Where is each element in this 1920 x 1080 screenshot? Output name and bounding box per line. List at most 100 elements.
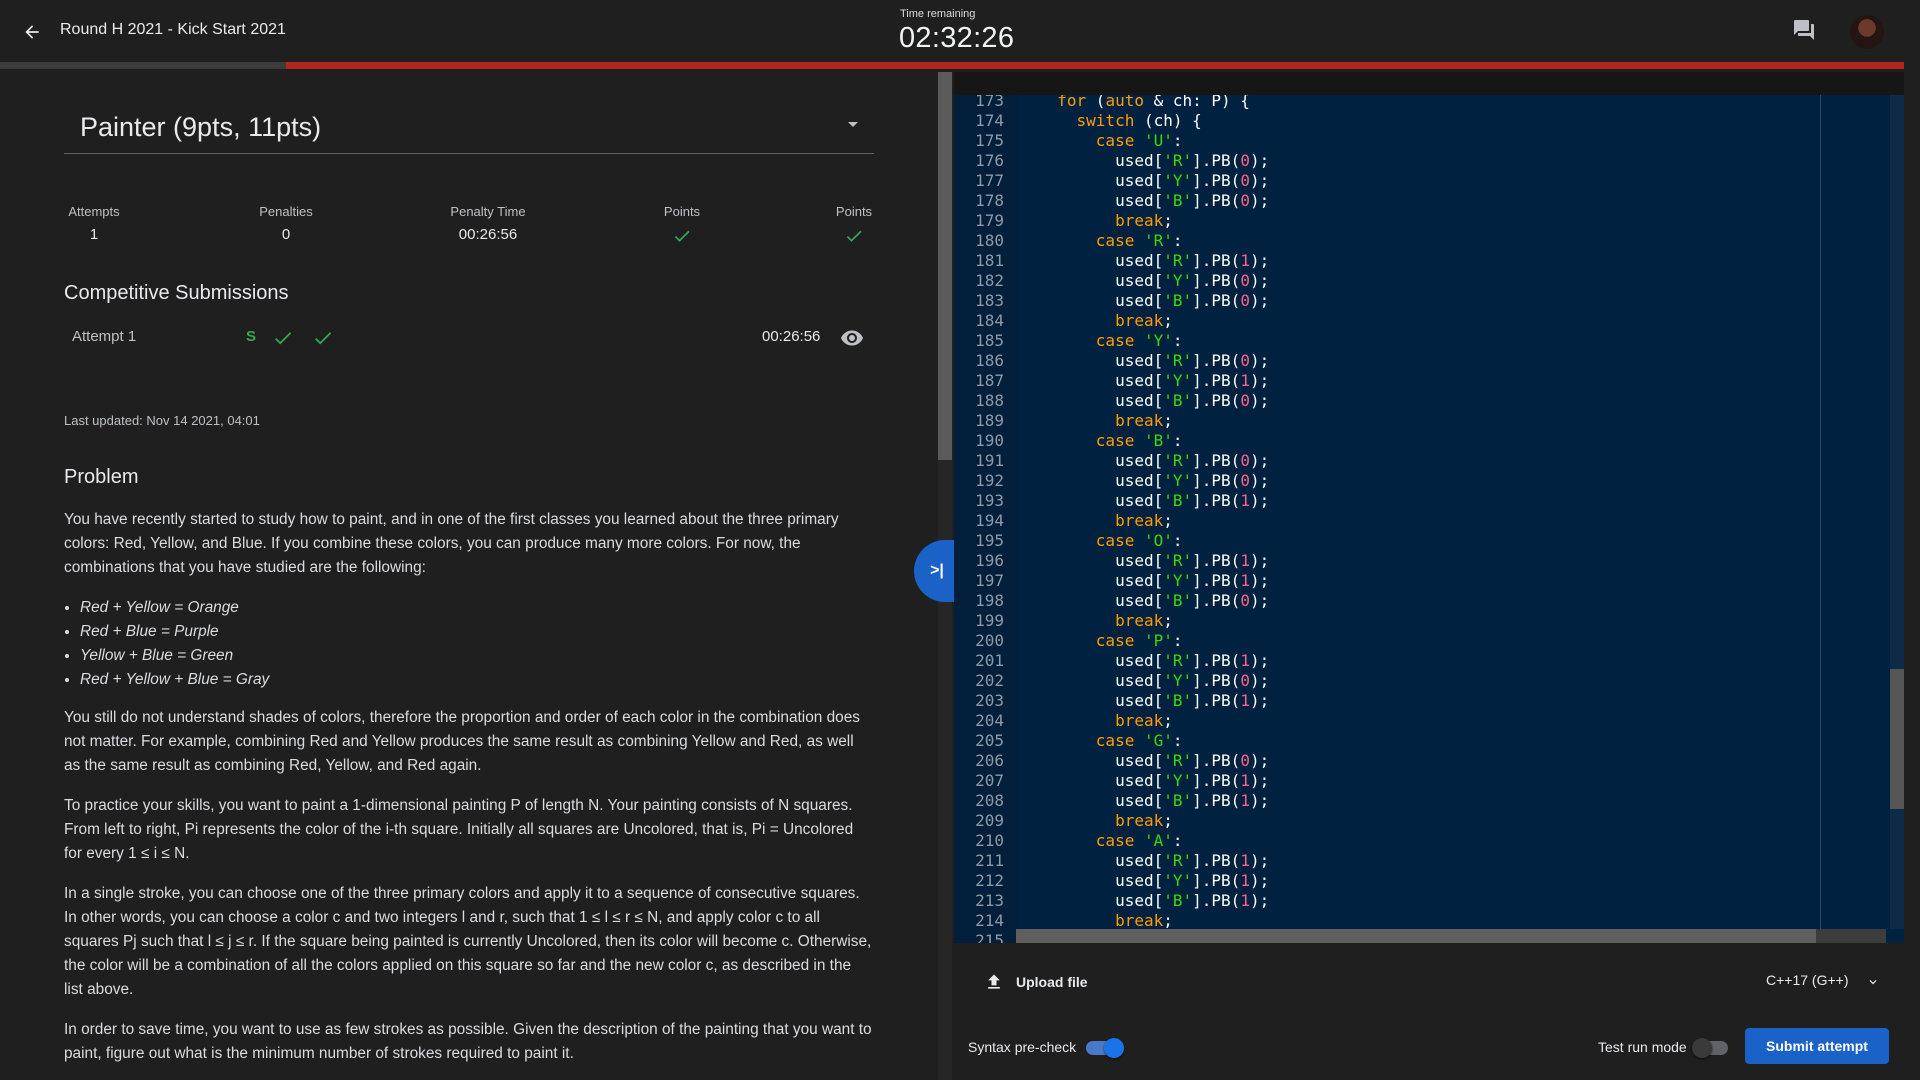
code-line[interactable]: 189 break;	[954, 411, 1904, 431]
stat-points-2: Points	[826, 204, 882, 250]
code-line[interactable]: 179 break;	[954, 211, 1904, 231]
stat-value	[654, 226, 710, 250]
code-line[interactable]: 178 used['B'].PB(0);	[954, 191, 1904, 211]
line-number: 194	[975, 511, 1004, 530]
line-number: 196	[975, 551, 1004, 570]
line-number: 173	[975, 95, 1004, 110]
line-number: 192	[975, 471, 1004, 490]
back-button[interactable]	[18, 18, 46, 46]
code-editor[interactable]: 173 for (auto & ch: P) {174 switch (ch) …	[954, 95, 1904, 943]
code-text: used['R'].PB(0);	[1038, 351, 1270, 370]
problem-select[interactable]: Painter (9pts, 11pts)	[64, 110, 874, 154]
left-scrollbar-thumb[interactable]	[938, 72, 952, 460]
editor-vertical-scrollbar-thumb[interactable]	[1890, 669, 1904, 809]
line-number: 183	[975, 291, 1004, 310]
code-line[interactable]: 185 case 'Y':	[954, 331, 1904, 351]
line-number: 205	[975, 731, 1004, 750]
line-number: 190	[975, 431, 1004, 450]
problem-select-label: Painter (9pts, 11pts)	[80, 112, 322, 142]
attempt-label: Attempt 1	[72, 328, 137, 345]
code-line[interactable]: 195 case 'O':	[954, 531, 1904, 551]
submit-attempt-button[interactable]: Submit attempt	[1745, 1028, 1889, 1064]
code-line[interactable]: 211 used['R'].PB(1);	[954, 851, 1904, 871]
submission-row[interactable]: Attempt 1 S 00:26:56	[64, 312, 874, 364]
code-text: case 'O':	[1095, 531, 1183, 550]
code-line[interactable]: 212 used['Y'].PB(1);	[954, 871, 1904, 891]
code-line[interactable]: 191 used['R'].PB(0);	[954, 451, 1904, 471]
editor-horizontal-scrollbar-thumb[interactable]	[1016, 929, 1816, 943]
code-line[interactable]: 210 case 'A':	[954, 831, 1904, 851]
chat-button[interactable]	[1792, 18, 1818, 44]
language-select[interactable]: C++17 (G++)	[1766, 972, 1849, 988]
code-line[interactable]: 182 used['Y'].PB(0);	[954, 271, 1904, 291]
code-line[interactable]: 214 break;	[954, 911, 1904, 931]
code-text: used['B'].PB(1);	[1038, 791, 1270, 810]
line-number: 178	[975, 191, 1004, 210]
code-line[interactable]: 186 used['R'].PB(0);	[954, 351, 1904, 371]
code-line[interactable]: 193 used['B'].PB(1);	[954, 491, 1904, 511]
code-line[interactable]: 207 used['Y'].PB(1);	[954, 771, 1904, 791]
line-number: 200	[975, 631, 1004, 650]
code-text: for (auto & ch: P) {	[1057, 95, 1250, 110]
code-line[interactable]: 208 used['B'].PB(1);	[954, 791, 1904, 811]
test-run-mode-toggle[interactable]	[1692, 1038, 1728, 1058]
line-number: 211	[975, 851, 1004, 870]
problem-paragraph: You still do not understand shades of co…	[64, 709, 860, 774]
code-text: used['B'].PB(1);	[1038, 891, 1270, 910]
code-line[interactable]: 209 break;	[954, 811, 1904, 831]
code-text: case 'A':	[1095, 831, 1183, 850]
code-line[interactable]: 180 case 'R':	[954, 231, 1904, 251]
code-text: used['B'].PB(1);	[1038, 491, 1270, 510]
list-item: Red + Blue = Purple	[80, 620, 874, 644]
avatar[interactable]	[1850, 15, 1884, 49]
line-number: 204	[975, 711, 1004, 730]
code-line[interactable]: 187 used['Y'].PB(1);	[954, 371, 1904, 391]
code-line[interactable]: 202 used['Y'].PB(0);	[954, 671, 1904, 691]
code-line[interactable]: 194 break;	[954, 511, 1904, 531]
code-line[interactable]: 205 case 'G':	[954, 731, 1904, 751]
code-line[interactable]: 175 case 'U':	[954, 131, 1904, 151]
code-line[interactable]: 201 used['R'].PB(1);	[954, 651, 1904, 671]
code-line[interactable]: 204 break;	[954, 711, 1904, 731]
problem-paragraph: In a single stroke, you can choose one o…	[64, 885, 872, 998]
code-line[interactable]: 203 used['B'].PB(1);	[954, 691, 1904, 711]
code-text: used['B'].PB(1);	[1038, 691, 1270, 710]
code-line[interactable]: 188 used['B'].PB(0);	[954, 391, 1904, 411]
code-line[interactable]: 173 for (auto & ch: P) {	[954, 95, 1904, 111]
code-line[interactable]: 192 used['Y'].PB(0);	[954, 471, 1904, 491]
code-line[interactable]: 213 used['B'].PB(1);	[954, 891, 1904, 911]
problem-statement: You have recently started to study how t…	[64, 508, 874, 1080]
attempt-time: 00:26:56	[762, 328, 821, 345]
code-text: case 'P':	[1095, 631, 1183, 650]
stat-label: Penalty Time	[450, 204, 526, 219]
view-submission-button[interactable]	[840, 326, 864, 350]
line-number: 202	[975, 671, 1004, 690]
code-line[interactable]: 199 break;	[954, 611, 1904, 631]
code-line[interactable]: 177 used['Y'].PB(0);	[954, 171, 1904, 191]
code-line[interactable]: 184 break;	[954, 311, 1904, 331]
upload-icon	[988, 974, 1000, 989]
code-text: case 'R':	[1095, 231, 1183, 250]
language-select-caret[interactable]	[1866, 975, 1880, 989]
syntax-precheck-toggle[interactable]	[1086, 1038, 1124, 1058]
code-line[interactable]: 206 used['R'].PB(0);	[954, 751, 1904, 771]
code-line[interactable]: 174 switch (ch) {	[954, 111, 1904, 131]
code-text: used['R'].PB(1);	[1038, 551, 1270, 570]
code-text: used['B'].PB(0);	[1038, 191, 1270, 210]
submissions-heading: Competitive Submissions	[64, 282, 289, 304]
code-line[interactable]: 196 used['R'].PB(1);	[954, 551, 1904, 571]
code-line[interactable]: 181 used['R'].PB(1);	[954, 251, 1904, 271]
round-title: Round H 2021 - Kick Start 2021	[60, 21, 286, 38]
code-line[interactable]: 183 used['B'].PB(0);	[954, 291, 1904, 311]
code-line[interactable]: 176 used['R'].PB(0);	[954, 151, 1904, 171]
line-number: 185	[975, 331, 1004, 350]
code-panel: 173 for (auto & ch: P) {174 switch (ch) …	[954, 72, 1920, 1080]
code-line[interactable]: 200 case 'P':	[954, 631, 1904, 651]
code-text: used['B'].PB(0);	[1038, 291, 1270, 310]
upload-file-button[interactable]: Upload file	[984, 968, 1088, 996]
code-line[interactable]: 198 used['B'].PB(0);	[954, 591, 1904, 611]
timer-value: 02:32:26	[899, 22, 1015, 54]
code-line[interactable]: 190 case 'B':	[954, 431, 1904, 451]
stat-value: 00:26:56	[458, 226, 518, 243]
code-line[interactable]: 197 used['Y'].PB(1);	[954, 571, 1904, 591]
